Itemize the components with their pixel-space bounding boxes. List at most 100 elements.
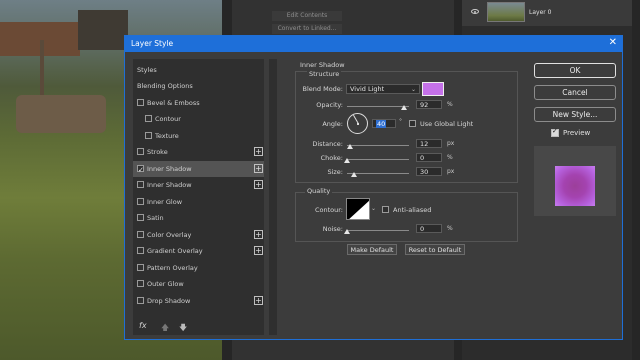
angle-center-dot bbox=[357, 123, 359, 125]
new-style-button[interactable]: New Style... bbox=[534, 107, 616, 122]
move-down-icon[interactable]: 🡇 bbox=[179, 322, 187, 336]
noise-input[interactable]: 0 bbox=[416, 224, 442, 233]
style-checkbox[interactable] bbox=[137, 230, 144, 238]
preview-checkbox[interactable] bbox=[551, 127, 559, 137]
shadow-color-swatch[interactable] bbox=[422, 82, 444, 96]
edit-contents-button[interactable]: Edit Contents bbox=[272, 11, 342, 21]
style-item-label: Contour bbox=[155, 115, 181, 123]
style-checkbox[interactable] bbox=[137, 98, 144, 106]
opacity-unit: % bbox=[447, 101, 453, 108]
style-item-label: Gradient Overlay bbox=[147, 247, 203, 255]
use-global-light-label: Use Global Light bbox=[420, 120, 474, 128]
blend-mode-select[interactable]: Vivid Light ⌄ bbox=[346, 84, 420, 94]
make-default-button[interactable]: Make Default bbox=[347, 244, 397, 255]
preview-label: Preview bbox=[563, 129, 591, 137]
angle-input[interactable]: 40 bbox=[372, 119, 396, 128]
style-item[interactable]: Drop Shadow + bbox=[133, 293, 264, 309]
style-checkbox[interactable] bbox=[137, 214, 144, 221]
angle-dial[interactable] bbox=[347, 113, 368, 134]
convert-to-linked-button[interactable]: Convert to Linked... bbox=[272, 24, 342, 34]
style-item[interactable]: Pattern Overlay bbox=[133, 260, 264, 276]
contour-label: Contour: bbox=[314, 206, 343, 214]
styles-header[interactable]: Styles bbox=[133, 62, 264, 78]
opacity-label: Opacity: bbox=[316, 101, 343, 109]
style-checkbox[interactable] bbox=[137, 296, 144, 304]
ok-button[interactable]: OK bbox=[534, 63, 616, 78]
dialog-title: Layer Style bbox=[131, 39, 174, 48]
distance-slider-thumb[interactable] bbox=[347, 144, 354, 149]
title-bar: Layer Style ✕ bbox=[125, 36, 622, 52]
style-item[interactable]: Bevel & Emboss bbox=[133, 95, 264, 111]
opacity-slider-thumb[interactable] bbox=[401, 105, 408, 110]
choke-slider[interactable] bbox=[347, 159, 409, 160]
preview-panel bbox=[534, 146, 616, 216]
anti-aliased-checkbox[interactable] bbox=[382, 206, 389, 213]
angle-degree-unit: ° bbox=[399, 118, 402, 125]
distance-unit: px bbox=[447, 140, 455, 147]
add-effect-icon[interactable]: + bbox=[254, 295, 263, 305]
style-checkbox[interactable] bbox=[137, 148, 144, 155]
add-effect-icon[interactable]: + bbox=[254, 180, 263, 189]
fx-icon[interactable]: fx bbox=[139, 321, 147, 330]
style-checkbox[interactable] bbox=[137, 263, 144, 271]
size-unit: px bbox=[447, 168, 455, 175]
opacity-input[interactable]: 92 bbox=[416, 100, 442, 109]
style-item[interactable]: Satin bbox=[133, 210, 264, 226]
style-item[interactable]: Inner Shadow + bbox=[133, 177, 264, 193]
style-item[interactable]: Inner Shadow + bbox=[133, 160, 264, 178]
layer-thumbnail bbox=[487, 2, 525, 22]
chevron-down-icon[interactable]: ⌄ bbox=[371, 205, 376, 212]
cancel-button[interactable]: Cancel bbox=[534, 85, 616, 100]
add-effect-icon[interactable]: + bbox=[254, 246, 263, 255]
opacity-slider[interactable] bbox=[347, 106, 409, 107]
choke-input[interactable]: 0 bbox=[416, 153, 442, 162]
use-global-light-checkbox[interactable] bbox=[409, 120, 416, 127]
style-item[interactable]: Stroke + bbox=[133, 144, 264, 160]
style-item[interactable]: Contour bbox=[133, 111, 264, 127]
noise-slider-thumb[interactable] bbox=[344, 229, 350, 234]
style-item[interactable]: Blending Options bbox=[133, 78, 264, 94]
style-item-label: Satin bbox=[147, 214, 164, 222]
style-item[interactable]: Color Overlay + bbox=[133, 227, 264, 243]
close-icon[interactable]: ✕ bbox=[609, 38, 617, 48]
style-checkbox[interactable] bbox=[137, 181, 144, 188]
quality-group bbox=[295, 192, 518, 242]
quality-label: Quality bbox=[305, 187, 333, 195]
style-checkbox[interactable] bbox=[145, 131, 152, 139]
size-input[interactable]: 30 bbox=[416, 167, 442, 176]
style-item-label: Stroke bbox=[147, 148, 168, 156]
style-item[interactable]: Gradient Overlay + bbox=[133, 243, 264, 259]
choke-unit: % bbox=[447, 154, 453, 161]
angle-label: Angle: bbox=[322, 120, 343, 128]
style-checkbox[interactable] bbox=[137, 280, 144, 287]
section-title: Inner Shadow bbox=[300, 61, 345, 69]
style-checkbox[interactable] bbox=[137, 247, 144, 254]
add-effect-icon[interactable]: + bbox=[254, 147, 263, 156]
size-slider-thumb[interactable] bbox=[351, 172, 358, 177]
style-item-label: Drop Shadow bbox=[147, 296, 191, 305]
log-shape bbox=[16, 95, 106, 133]
style-checkbox[interactable] bbox=[137, 197, 144, 205]
distance-slider[interactable] bbox=[347, 145, 409, 146]
size-label: Size: bbox=[327, 168, 343, 176]
eye-icon[interactable] bbox=[471, 9, 479, 14]
noise-slider[interactable] bbox=[347, 230, 409, 231]
style-item[interactable]: Inner Glow bbox=[133, 194, 264, 210]
style-item[interactable]: Outer Glow bbox=[133, 276, 264, 292]
layer-name: Layer 0 bbox=[529, 9, 552, 16]
distance-input[interactable]: 12 bbox=[416, 139, 442, 148]
style-item[interactable]: Texture bbox=[133, 128, 264, 144]
choke-slider-thumb[interactable] bbox=[344, 158, 350, 163]
style-checkbox[interactable] bbox=[137, 162, 144, 178]
style-checkbox[interactable] bbox=[145, 115, 152, 122]
styles-toolbar: fx 🡅 🡇 bbox=[133, 319, 277, 336]
add-effect-icon[interactable]: + bbox=[254, 229, 263, 239]
style-item-label: Inner Shadow bbox=[147, 181, 192, 189]
move-up-icon[interactable]: 🡅 bbox=[161, 322, 169, 336]
add-effect-icon[interactable]: + bbox=[254, 163, 263, 173]
scroll-track[interactable] bbox=[269, 59, 277, 335]
anti-aliased-label: Anti-aliased bbox=[393, 206, 432, 214]
distance-label: Distance: bbox=[312, 140, 343, 148]
contour-preview[interactable] bbox=[346, 198, 370, 220]
reset-to-default-button[interactable]: Reset to Default bbox=[405, 244, 465, 255]
